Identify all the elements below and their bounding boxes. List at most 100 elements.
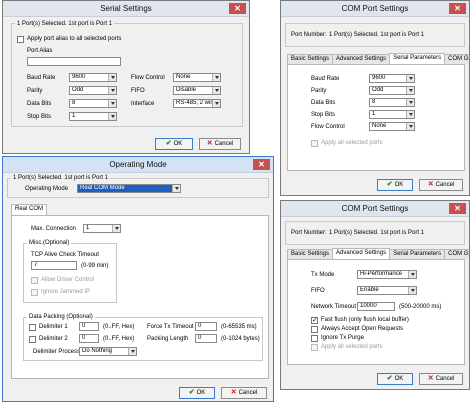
data-bits-select[interactable]: 8 (369, 98, 415, 107)
always-accept-checkbox[interactable] (311, 326, 318, 333)
baud-rate-select[interactable]: 9600 (69, 73, 117, 82)
parity-select[interactable]: Odd (69, 86, 117, 95)
com-port-settings-window-1: COM Port Settings ✕ Port Number: 1 Port(… (280, 0, 470, 196)
chevron-down-icon (406, 111, 414, 118)
parity-value: Odd (372, 87, 384, 93)
parity-label: Parity (27, 88, 43, 94)
fifo-value: Enable (360, 287, 379, 293)
apply-alias-checkbox[interactable] (17, 36, 24, 43)
stop-bits-select[interactable]: 1 (69, 112, 117, 121)
stop-bits-select[interactable]: 1 (369, 110, 415, 119)
close-icon[interactable]: ✕ (253, 159, 270, 170)
chevron-down-icon (112, 225, 120, 232)
chevron-down-icon (406, 123, 414, 130)
baud-rate-value: 9600 (72, 74, 86, 80)
flow-control-select[interactable]: None (369, 122, 415, 131)
baud-rate-select[interactable]: 9600 (369, 74, 415, 83)
cancel-button[interactable]: ✕ Cancel (199, 138, 241, 150)
stop-bits-label: Stop Bits (311, 112, 336, 118)
tx-mode-select[interactable]: Hi-Performance (357, 270, 417, 279)
delimiter-process-value: Do Nothing (82, 348, 113, 354)
chevron-down-icon (108, 74, 116, 81)
tcp-alive-label: TCP Alive Check Timeout (31, 252, 99, 258)
chevron-down-icon (406, 87, 414, 94)
chevron-down-icon (108, 87, 116, 94)
port-number-label: Port Number: (291, 32, 327, 38)
data-bits-select[interactable]: 8 (69, 99, 117, 108)
ignore-jammed-ip-checkbox[interactable] (31, 289, 38, 296)
tx-mode-label: Tx Mode (311, 272, 335, 278)
parity-select[interactable]: Odd (369, 86, 415, 95)
force-tx-timeout-input[interactable]: 0 (195, 322, 217, 331)
cancel-x-icon: ✕ (230, 389, 237, 396)
tab-real-com[interactable]: Real COM (11, 204, 48, 215)
port-number-value: 1 Port(s) Selected. 1st port is Port 1 (329, 32, 425, 38)
fifo-select[interactable]: Disable (173, 86, 221, 95)
com-port-settings-title: COM Port Settings (341, 4, 409, 13)
packing-length-range: (0-1024 bytes) (221, 336, 260, 342)
packing-length-input[interactable]: 0 (195, 334, 217, 343)
ok-button[interactable]: ✔ OK (377, 179, 413, 191)
packing-length-label: Packing Length (147, 336, 189, 342)
delimiter-2-input[interactable]: 0 (79, 334, 99, 343)
ok-button[interactable]: ✔ OK (179, 387, 215, 399)
tcp-alive-input[interactable]: 7 (31, 261, 77, 270)
com-tabs: Basic Settings Advanced Settings Serial … (287, 53, 469, 64)
tab-serial-parameters[interactable]: Serial Parameters (389, 249, 446, 259)
apply-alias-label: Apply port alias to all selected ports (27, 36, 122, 42)
apply-all-label: Apply all selected ports (321, 140, 383, 146)
tab-basic-settings[interactable]: Basic Settings (287, 249, 334, 259)
ok-button[interactable]: ✔ OK (155, 138, 193, 150)
close-icon[interactable]: ✕ (449, 3, 466, 14)
tab-basic-settings[interactable]: Basic Settings (287, 54, 334, 64)
tab-com-grouping[interactable]: COM Grouping (444, 54, 469, 64)
max-connection-value: 1 (86, 225, 90, 231)
apply-all-checkbox[interactable] (311, 344, 318, 351)
tab-advanced-settings[interactable]: Advanced Settings (332, 54, 391, 64)
chevron-down-icon (108, 100, 116, 107)
operating-mode-select[interactable]: Real COM Mode (77, 184, 181, 193)
fifo-value: Disable (176, 87, 197, 93)
chevron-down-icon (406, 99, 414, 106)
cancel-button[interactable]: ✕ Cancel (419, 373, 463, 385)
baud-rate-value: 9600 (372, 75, 386, 81)
misc-group-label: Misc.(Optional) (27, 239, 72, 247)
stop-bits-value: 1 (72, 113, 76, 119)
flow-control-select[interactable]: None (173, 73, 221, 82)
fifo-select[interactable]: Enable (357, 286, 417, 295)
close-icon[interactable]: ✕ (449, 203, 466, 214)
max-connection-select[interactable]: 1 (83, 224, 121, 233)
cancel-button[interactable]: ✕ Cancel (419, 179, 463, 191)
data-bits-label: Data Bits (311, 100, 336, 106)
stop-bits-value: 1 (372, 111, 376, 117)
cancel-button[interactable]: ✕ Cancel (221, 387, 267, 399)
tab-advanced-settings[interactable]: Advanced Settings (332, 248, 391, 259)
chevron-down-icon (212, 74, 220, 81)
ok-button[interactable]: ✔ OK (377, 373, 413, 385)
stop-bits-label: Stop Bits (27, 114, 52, 120)
ignore-tx-purge-checkbox[interactable] (311, 335, 318, 342)
apply-all-checkbox[interactable] (311, 140, 318, 147)
network-timeout-input[interactable]: 10000 (357, 302, 395, 311)
flow-control-value: None (372, 123, 387, 129)
allow-driver-control-checkbox[interactable] (31, 277, 38, 284)
interface-select[interactable]: RS-485, 2 wire (173, 99, 221, 108)
tcp-alive-range: (0-99 min) (81, 263, 109, 269)
delimiter-1-hex: (0..FF, Hex) (103, 324, 135, 330)
data-bits-label: Data Bits (27, 101, 52, 107)
port-alias-input[interactable] (27, 57, 121, 66)
tab-serial-parameters[interactable]: Serial Parameters (389, 53, 446, 64)
delimiter-1-checkbox[interactable] (29, 324, 36, 331)
delimiter-2-checkbox[interactable] (29, 336, 36, 343)
operating-mode-value: Real COM Mode (80, 185, 125, 191)
fast-flush-checkbox[interactable] (311, 316, 318, 324)
delimiter-process-select[interactable]: Do Nothing (79, 347, 137, 356)
parity-value: Odd (72, 87, 84, 93)
tx-mode-value: Hi-Performance (360, 271, 403, 277)
chevron-down-icon (172, 185, 180, 192)
tab-com-grouping[interactable]: COM Grouping (444, 249, 469, 259)
close-icon[interactable]: ✕ (229, 3, 246, 14)
delimiter-1-input[interactable]: 0 (79, 322, 99, 331)
allow-driver-control-label: Allow Driver Control (41, 277, 95, 283)
delimiter-1-label: Delimiter 1 (39, 324, 68, 330)
